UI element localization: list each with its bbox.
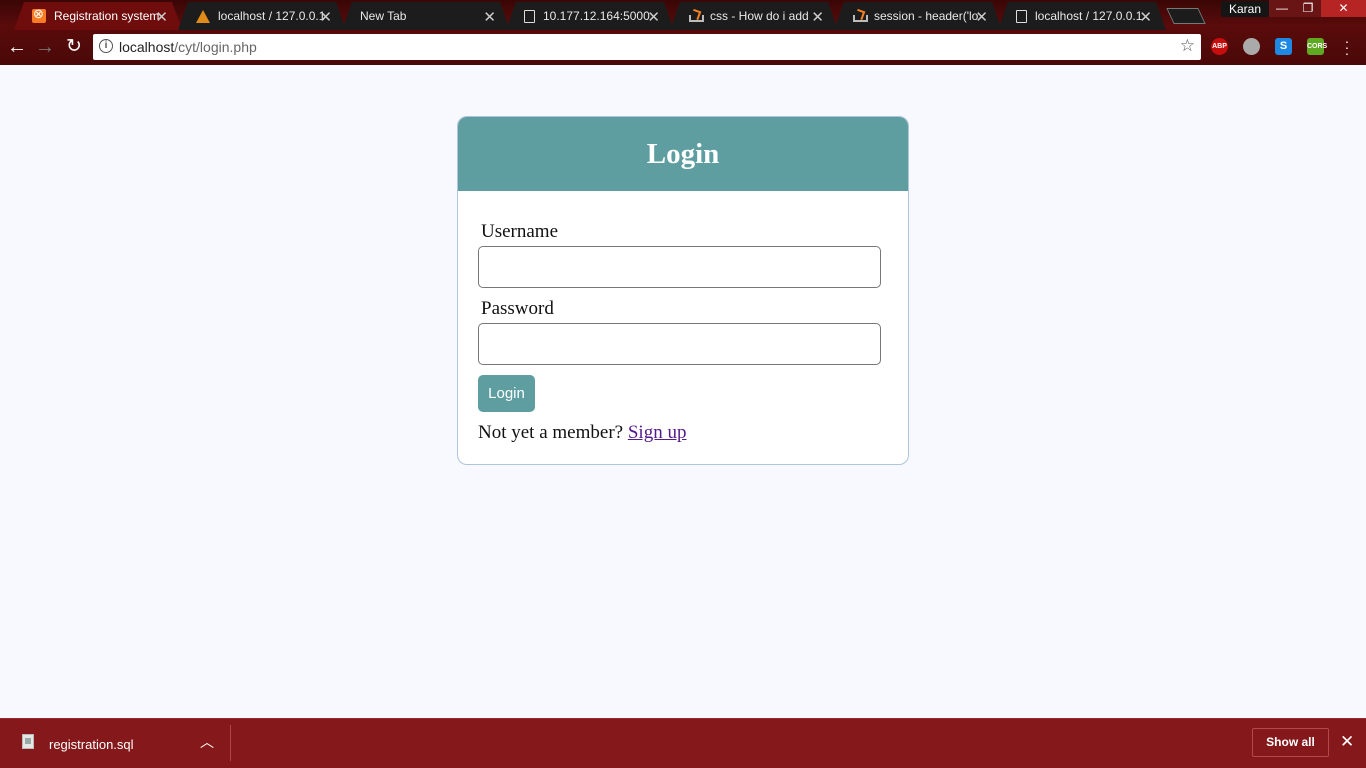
page-icon	[524, 10, 535, 23]
phpmyadmin-icon	[196, 10, 210, 23]
cors-extension-icon[interactable]: CORS	[1307, 38, 1327, 55]
url-text: localhost/cyt/login.php	[119, 39, 257, 55]
tab-stackoverflow-session[interactable]: session - header('lo ✕	[834, 2, 1002, 30]
page-icon	[1016, 10, 1027, 23]
stackoverflow-icon	[852, 9, 866, 23]
tab-title: css - How do i add	[710, 9, 809, 23]
forward-arrow-icon[interactable]: →	[33, 35, 57, 59]
chevron-up-icon[interactable]: ︿	[200, 732, 214, 752]
adblock-plus-icon[interactable]: ABP	[1211, 38, 1228, 55]
tab-title: localhost / 127.0.0.1	[1035, 9, 1143, 23]
signup-prompt: Not yet a member? Sign up	[478, 422, 686, 444]
username-label: Username	[481, 221, 559, 242]
download-shelf: registration.sql ︿ Show all ✕	[0, 718, 1366, 768]
tab-title: New Tab	[360, 9, 407, 23]
close-icon[interactable]: ✕	[1340, 732, 1354, 752]
tab-localhost[interactable]: localhost / 127.0.0.1 ✕	[998, 2, 1166, 30]
info-icon[interactable]: i	[99, 39, 113, 53]
close-icon[interactable]: ✕	[1139, 8, 1152, 26]
tab-ip-address[interactable]: 10.177.12.164:5000 ✕	[506, 2, 674, 30]
more-menu-icon[interactable]: · · ·	[1344, 34, 1350, 60]
tab-stackoverflow-css[interactable]: css - How do i add ✕	[670, 2, 838, 30]
close-icon[interactable]: ✕	[647, 8, 660, 26]
new-tab-button[interactable]	[1166, 8, 1206, 24]
stackoverflow-icon	[688, 9, 702, 23]
login-card: Login Username Password Login Not yet a …	[457, 116, 909, 465]
bookmark-star-icon[interactable]: ☆	[1180, 36, 1195, 56]
tab-registration-system[interactable]: Registration system ✕	[14, 2, 182, 30]
address-bar[interactable]: i localhost/cyt/login.php ☆	[93, 34, 1201, 60]
divider	[230, 725, 231, 761]
download-file-name[interactable]: registration.sql	[49, 737, 134, 752]
tab-title: 10.177.12.164:5000	[543, 9, 650, 23]
close-icon[interactable]: ✕	[483, 8, 496, 26]
password-label: Password	[481, 298, 554, 319]
tab-title: session - header('lo	[874, 9, 979, 23]
cloud-extension-icon[interactable]	[1243, 38, 1260, 55]
show-all-button[interactable]: Show all	[1252, 728, 1329, 757]
close-icon[interactable]: ✕	[975, 8, 988, 26]
tab-title: localhost / 127.0.0.1	[218, 9, 324, 23]
signup-prompt-text: Not yet a member?	[478, 422, 624, 443]
close-icon[interactable]: ✕	[811, 8, 824, 26]
tab-title: Registration system	[54, 9, 160, 23]
file-icon	[22, 734, 34, 749]
skype-icon[interactable]: S	[1275, 38, 1292, 55]
password-input[interactable]	[478, 323, 881, 365]
window-close-button[interactable]: ✕	[1321, 0, 1366, 17]
tab-new-tab[interactable]: New Tab ✕	[342, 2, 510, 30]
reload-icon[interactable]: ↻	[62, 35, 86, 59]
username-input[interactable]	[478, 246, 881, 288]
minimize-button[interactable]: —	[1269, 0, 1295, 17]
xampp-icon	[32, 9, 46, 23]
restore-button[interactable]: ❐	[1295, 0, 1321, 17]
login-button[interactable]: Login	[478, 375, 535, 412]
tab-strip: Registration system ✕ localhost / 127.0.…	[0, 0, 1366, 30]
close-icon[interactable]: ✕	[319, 8, 332, 26]
login-heading: Login	[458, 117, 908, 191]
profile-button[interactable]: Karan	[1221, 1, 1270, 17]
back-arrow-icon[interactable]: ←	[5, 35, 29, 59]
url-path: /cyt/login.php	[174, 39, 257, 55]
url-host: localhost	[119, 39, 175, 55]
signup-link[interactable]: Sign up	[628, 422, 687, 443]
tab-localhost-phpmyadmin[interactable]: localhost / 127.0.0.1 ✕	[178, 2, 346, 30]
close-icon[interactable]: ✕	[155, 8, 168, 26]
